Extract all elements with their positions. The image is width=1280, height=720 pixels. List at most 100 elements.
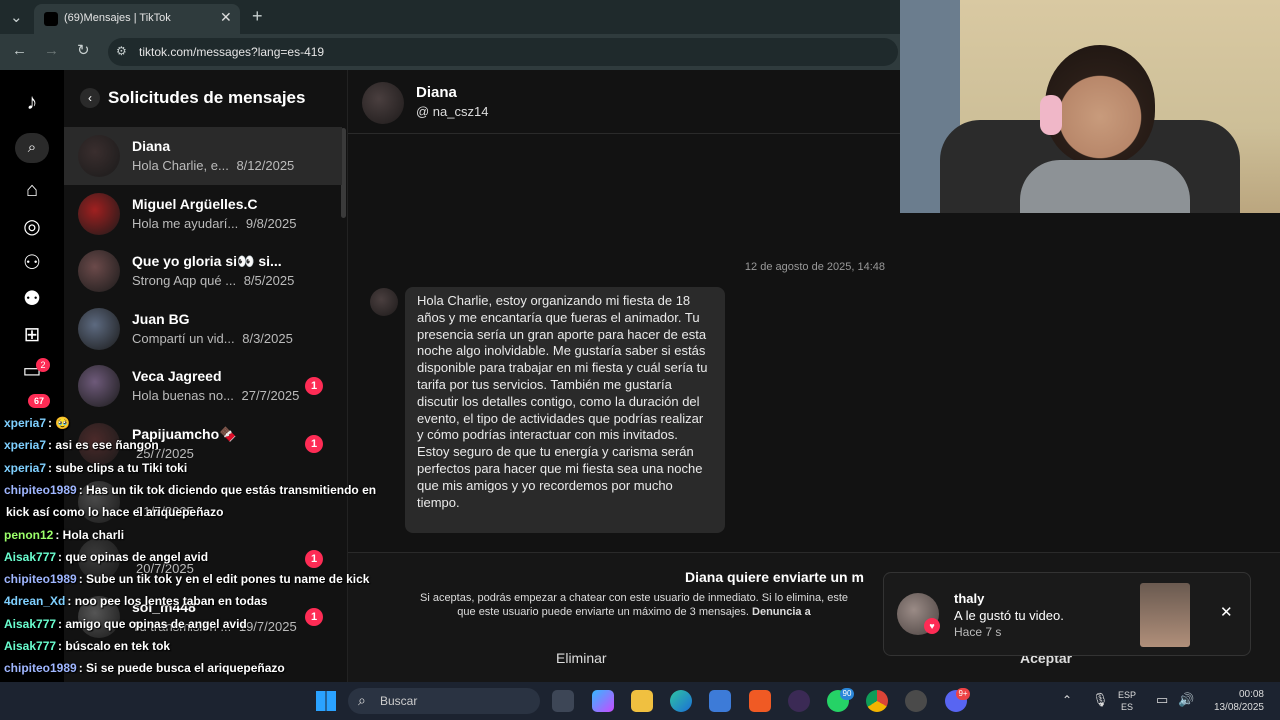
stream-chat-user: penon12 [4,527,54,542]
brave-icon[interactable] [749,690,771,712]
new-tab-icon[interactable]: + [252,6,263,27]
friends-icon[interactable]: ⚉ [19,286,45,312]
tiktok-logo-icon[interactable]: ♪ [19,89,45,115]
request-item[interactable]: 21/7/2025 [64,473,342,531]
video-thumbnail[interactable] [1140,583,1190,647]
explore-compass-icon[interactable]: ◎ [19,214,45,240]
request-item[interactable]: Que yo gloria si👀 si... Strong Aqp qué ..… [64,242,342,300]
request-desc-line-2: que este usuario puede enviarte un máxim… [457,606,749,618]
request-item[interactable]: Diana Hola Charlie, e... 8/12/2025 [64,127,342,185]
reload-icon[interactable]: ↻ [77,41,90,59]
stream-chat-message: kick así como lo hace el ariquepeñazo [6,505,224,520]
tab-list-chevron-icon[interactable]: ⌄ [10,8,23,26]
volume-icon[interactable]: 🔊 [1178,692,1194,708]
whatsapp-badge: 90 [840,688,854,700]
request-avatar [78,135,120,177]
obs-icon[interactable] [788,690,810,712]
request-date: 19/7/2025 [238,618,297,634]
back-button[interactable]: ‹ [80,88,100,108]
tiktok-favicon-icon [44,12,58,26]
request-item[interactable]: Miguel Argüelles.C Hola me ayudarí... 9/8… [64,185,342,243]
webcam-feed [900,0,1280,213]
request-avatar [78,365,120,408]
stream-chat-line: xperia7: sube clips a tu Tiki toki [4,461,187,475]
request-preview-text: Strong Aqp qué ... [132,273,237,289]
request-avatar [78,250,120,293]
stream-chat-line: chipiteo1989: Sube un tik tok y en el ed… [4,572,369,586]
request-avatar [78,192,120,235]
stream-chat-line: Aisak777: búscalo en tek tok [4,639,170,653]
stream-chat-message: : que opinas de angel avid [58,549,209,564]
report-link[interactable]: Denuncia a [752,606,811,618]
taskbar-search[interactable]: ⌕ Buscar [348,688,540,714]
chrome-icon[interactable] [866,690,888,712]
stream-chat-user: chipiteo1989 [4,482,77,497]
stream-chat-line: penon12: Hola charli [4,528,124,542]
search-icon[interactable]: ⌕ [15,133,49,163]
stream-chat-user: chipiteo1989 [4,572,77,587]
request-item[interactable]: Juan BG Compartí un vid... 8/3/2025 [64,300,342,358]
stream-chat-line: xperia7: asi es ese ñangon [4,438,159,452]
following-icon[interactable]: ⚇ [19,250,45,276]
request-description: Si aceptas, podrás empezar a chatear con… [384,591,884,619]
clock-date: 13/08/2025 [1213,702,1264,713]
forward-icon[interactable]: → [44,42,59,59]
file-explorer-icon[interactable] [631,690,653,712]
request-name: Veca Jagreed [132,368,222,385]
request-preview: Compartí un vid... 8/3/2025 [132,331,293,346]
inbox-badge: 2 [36,358,50,372]
stream-chat-message: : sube clips a tu Tiki toki [48,460,188,475]
delete-button[interactable]: Eliminar [556,650,607,666]
language-indicator[interactable]: ESP ES [1118,689,1136,713]
chat-avatar[interactable] [362,82,404,124]
microphone-icon[interactable]: 🎙 [1092,692,1109,708]
stream-chat-message: : Has un tik tok diciendo que estás tran… [78,482,377,497]
app-icon[interactable] [905,690,927,712]
tab-title: (69)Mensajes | TikTok [64,12,171,24]
taskbar-search-placeholder: Buscar [380,694,418,708]
chat-handle: @ na_csz14 [416,104,489,119]
stream-chat-message: : amigo que opinas de angel avid [58,616,247,631]
copilot-icon[interactable] [592,690,614,712]
browser-tab[interactable]: (69)Mensajes | TikTok ✕ [34,4,240,34]
edge-icon[interactable] [670,690,692,712]
request-date: 27/7/2025 [241,388,300,404]
notif-user: thaly [954,591,985,606]
close-tab-icon[interactable]: ✕ [220,9,232,26]
stream-chat-user: Aisak777 [4,639,57,653]
request-preview-text: Compartí un vid... [132,330,235,346]
heart-icon: ♥ [924,618,940,634]
unread-badge: 1 [305,607,323,626]
store-icon[interactable] [709,690,731,712]
close-notification-icon[interactable]: ✕ [1220,603,1233,621]
webcam-shirt [1020,160,1190,213]
request-name: Que yo gloria si👀 si... [132,253,282,270]
chat-name[interactable]: Diana [416,84,457,101]
stream-chat-line: Aisak777: que opinas de angel avid [4,550,208,564]
request-preview: Strong Aqp qué ... 8/5/2025 [132,273,294,288]
site-settings-icon[interactable]: ⚙ [116,44,127,58]
home-icon[interactable]: ⌂ [19,177,45,203]
clock-time: 00:08 [1238,689,1264,700]
clock[interactable]: 00:08 13/08/2025 [1200,688,1264,714]
request-avatar [78,307,120,350]
upload-icon[interactable]: ⊞ [19,322,45,348]
message-timestamp: 12 de agosto de 2025, 14:48 [744,261,885,273]
task-view-icon[interactable] [552,690,574,712]
network-icon[interactable]: ▭ [1156,692,1168,708]
discord-badge: 9+ [956,688,970,700]
windows-start-icon[interactable] [316,691,336,711]
url-field[interactable]: ⚙ tiktok.com/messages?lang=es-419 [108,38,898,66]
unread-badge: 1 [305,550,323,569]
tray-chevron-icon[interactable]: ⌃ [1062,693,1072,707]
notif-text: A le gustó tu video. [954,608,1064,623]
back-icon[interactable]: ← [12,42,27,59]
stream-chat-line: Aisak777: amigo que opinas de angel avid [4,617,247,631]
request-desc-line-1: Si aceptas, podrás empezar a chatear con… [419,592,849,604]
stream-chat-user: xperia7 [4,438,47,453]
stream-chat-message: : Si se puede busca el ariquepeñazo [78,661,285,676]
request-preview-text: Hola Charlie, e... [132,158,229,173]
like-notification[interactable]: ♥ thaly A le gustó tu video. Hace 7 s ✕ [883,572,1251,656]
stream-chat-line: xperia7: 🥹 [4,416,70,430]
request-item[interactable]: Veca Jagreed Hola buenas no... 27/7/2025 1 [64,357,342,415]
